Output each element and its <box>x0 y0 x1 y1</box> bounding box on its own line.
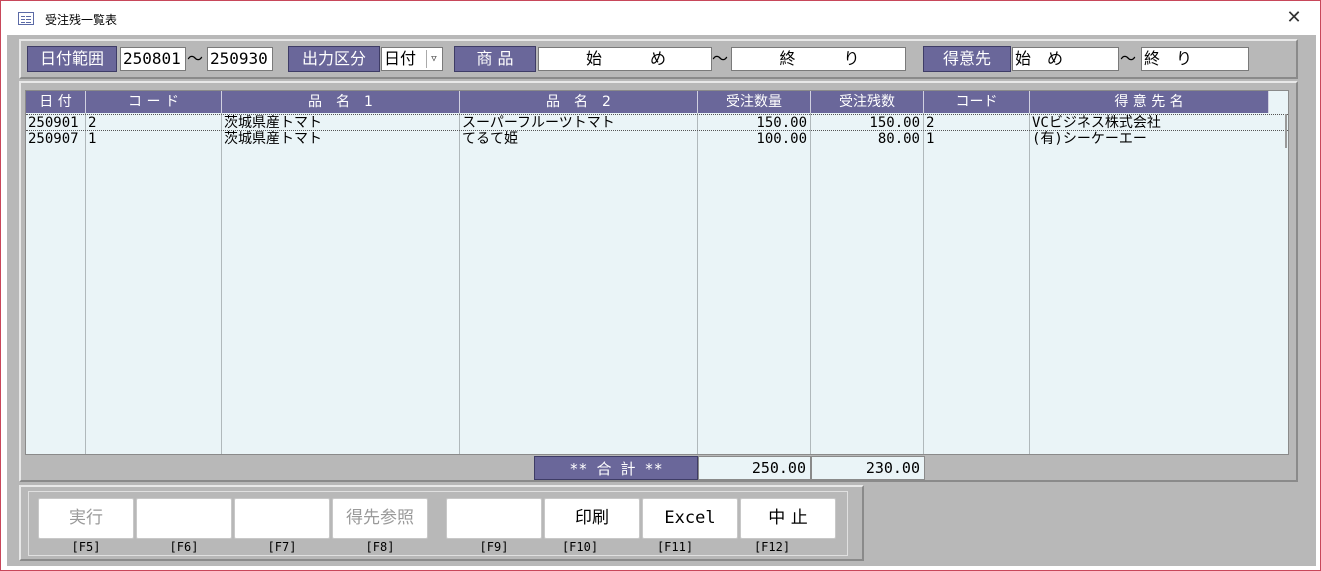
excel-export-button[interactable]: Excel <box>642 498 738 539</box>
f9-key-label: [F9] <box>479 540 509 554</box>
product-from-field[interactable]: 始 め <box>538 47 712 71</box>
cell-order-qty: 100.00 <box>756 131 807 147</box>
cell-date: 250907 <box>28 131 79 147</box>
print-button[interactable]: 印刷 <box>544 498 640 539</box>
f6-key-label: [F6] <box>169 540 199 554</box>
total-label: ** 合 計 ** <box>534 456 698 480</box>
window-title: 受注残一覧表 <box>45 13 118 27</box>
cell-remaining-qty: 150.00 <box>869 115 920 131</box>
column-header-customer-code: コード <box>924 91 1030 113</box>
customer-lookup-button[interactable]: 得先参照 <box>332 498 428 539</box>
cell-customer-code: 1 <box>926 131 935 147</box>
f9-button[interactable] <box>446 498 542 539</box>
cell-order-qty: 150.00 <box>756 115 807 131</box>
column-divider <box>923 113 924 454</box>
total-remaining-qty: 230.00 <box>811 456 925 480</box>
close-icon[interactable]: ✕ <box>1281 7 1307 29</box>
customer-from-field[interactable]: 始 め <box>1012 47 1119 71</box>
column-divider <box>459 113 460 454</box>
f11-key-label: [F11] <box>656 540 694 554</box>
date-range-label: 日付範囲 <box>27 46 117 72</box>
customer-label: 得意先 <box>923 46 1011 72</box>
product-label: 商 品 <box>454 46 536 72</box>
f7-button[interactable] <box>234 498 330 539</box>
column-header-product-name-1: 品 名 1 <box>222 91 460 113</box>
chevron-down-icon[interactable]: ▽ <box>426 50 441 68</box>
cell-product-name-2: スーパーフルーツトマト <box>462 115 615 131</box>
cell-remaining-qty: 80.00 <box>877 131 920 147</box>
cell-product-name-2: てるて姫 <box>462 131 518 147</box>
product-to-field[interactable]: 終 り <box>731 47 906 71</box>
column-divider <box>810 113 811 454</box>
table-row[interactable]: 250901 2 茨城県産トマト スーパーフルーツトマト 150.00 150.… <box>26 114 1288 131</box>
cancel-button[interactable]: 中 止 <box>740 498 836 539</box>
output-type-select[interactable]: 日付 ▽ <box>381 47 443 71</box>
cell-code: 1 <box>88 131 97 147</box>
column-divider <box>697 113 698 454</box>
f8-key-label: [F8] <box>365 540 395 554</box>
date-range-tilde: ～ <box>187 49 204 68</box>
column-divider <box>1029 113 1030 454</box>
app-window: 受注残一覧表 ✕ 日付範囲 250801 ～ 250930 出力区分 日付 ▽ … <box>0 0 1321 571</box>
title-bar: 受注残一覧表 ✕ <box>1 1 1320 35</box>
column-header-date: 日 付 <box>26 91 86 113</box>
cell-customer-name: VCビジネス株式会社 <box>1032 115 1161 131</box>
f10-key-label: [F10] <box>561 540 599 554</box>
f7-key-label: [F7] <box>267 540 297 554</box>
vertical-scrollbar[interactable] <box>1285 114 1287 148</box>
cell-product-name-1: 茨城県産トマト <box>224 131 322 147</box>
date-to-field[interactable]: 250930 <box>207 47 273 71</box>
cell-date: 250901 <box>28 115 79 131</box>
customer-range-tilde: ～ <box>1120 49 1137 68</box>
customer-to-field[interactable]: 終 り <box>1141 47 1249 71</box>
cell-product-name-1: 茨城県産トマト <box>224 115 322 131</box>
f6-button[interactable] <box>136 498 232 539</box>
column-divider <box>221 113 222 454</box>
cell-customer-name: (有)シーケーエー <box>1032 131 1147 147</box>
cell-code: 2 <box>88 115 97 131</box>
form-icon <box>18 12 34 25</box>
f5-key-label: [F5] <box>71 540 101 554</box>
order-backlog-table[interactable]: 日 付 コ ー ド 品 名 1 品 名 2 受注数量 受注残数 コード 得 意 … <box>25 90 1289 455</box>
table-row[interactable]: 250907 1 茨城県産トマト てるて姫 100.00 80.00 1 (有)… <box>26 131 1288 148</box>
output-type-value: 日付 <box>384 49 417 68</box>
column-header-customer-name: 得 意 先 名 <box>1030 91 1269 113</box>
total-order-qty: 250.00 <box>698 456 811 480</box>
f12-key-label: [F12] <box>753 540 791 554</box>
column-divider <box>85 113 86 454</box>
execute-button[interactable]: 実行 <box>38 498 134 539</box>
column-header-remaining-qty: 受注残数 <box>811 91 924 113</box>
column-header-order-qty: 受注数量 <box>698 91 811 113</box>
cell-customer-code: 2 <box>926 115 935 131</box>
column-header-code: コ ー ド <box>86 91 222 113</box>
output-type-label: 出力区分 <box>288 46 380 72</box>
product-range-tilde: ～ <box>712 49 729 68</box>
column-header-product-name-2: 品 名 2 <box>460 91 698 113</box>
date-from-field[interactable]: 250801 <box>120 47 186 71</box>
